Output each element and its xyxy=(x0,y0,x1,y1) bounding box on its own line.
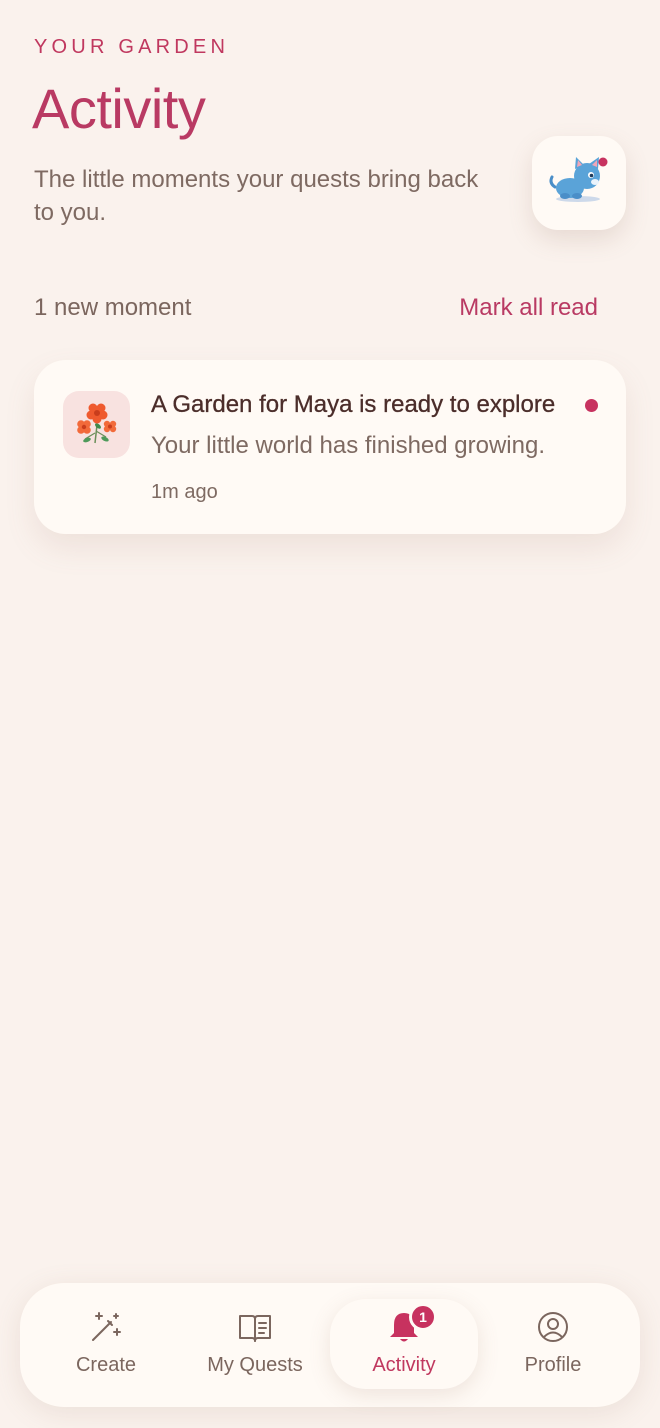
notification-title: A Garden for Maya is ready to explore xyxy=(151,391,556,418)
book-icon xyxy=(239,1315,271,1342)
cat-mascot-icon xyxy=(549,157,608,202)
activity-page: YOUR GARDEN Activity The little moments … xyxy=(0,0,660,1428)
notification-card[interactable]: A Garden for Maya is ready to explore Yo… xyxy=(34,360,626,534)
flower-icon xyxy=(76,403,116,443)
nav-label-my-quests: My Quests xyxy=(207,1354,303,1376)
profile-icon xyxy=(538,1312,568,1342)
nav-label-activity: Activity xyxy=(372,1354,436,1376)
nav-item-profile[interactable]: Profile xyxy=(479,1299,627,1389)
nav-item-activity[interactable]: 1 Activity xyxy=(330,1299,478,1389)
magic-wand-icon xyxy=(92,1312,121,1341)
notification-time: 1m ago xyxy=(151,481,218,503)
page-subtitle: The little moments your quests bring bac… xyxy=(34,166,479,226)
bottom-navigation: Create My Quests 1 Activity Profile xyxy=(20,1283,640,1407)
nav-item-my-quests[interactable]: My Quests xyxy=(181,1299,329,1389)
mascot-button[interactable] xyxy=(532,136,626,230)
notification-thumbnail xyxy=(63,391,130,458)
mark-all-read-button[interactable]: Mark all read xyxy=(459,294,598,322)
activity-badge: 1 xyxy=(409,1303,437,1331)
unread-indicator xyxy=(585,399,598,412)
notification-body: Your little world has finished growing. xyxy=(151,432,545,459)
nav-item-create[interactable]: Create xyxy=(32,1299,180,1389)
nav-label-profile: Profile xyxy=(524,1354,582,1376)
section-eyebrow: YOUR GARDEN xyxy=(34,36,230,58)
new-moments-count: 1 new moment xyxy=(34,294,192,321)
nav-label-create: Create xyxy=(75,1354,137,1376)
page-title: Activity xyxy=(32,77,206,140)
